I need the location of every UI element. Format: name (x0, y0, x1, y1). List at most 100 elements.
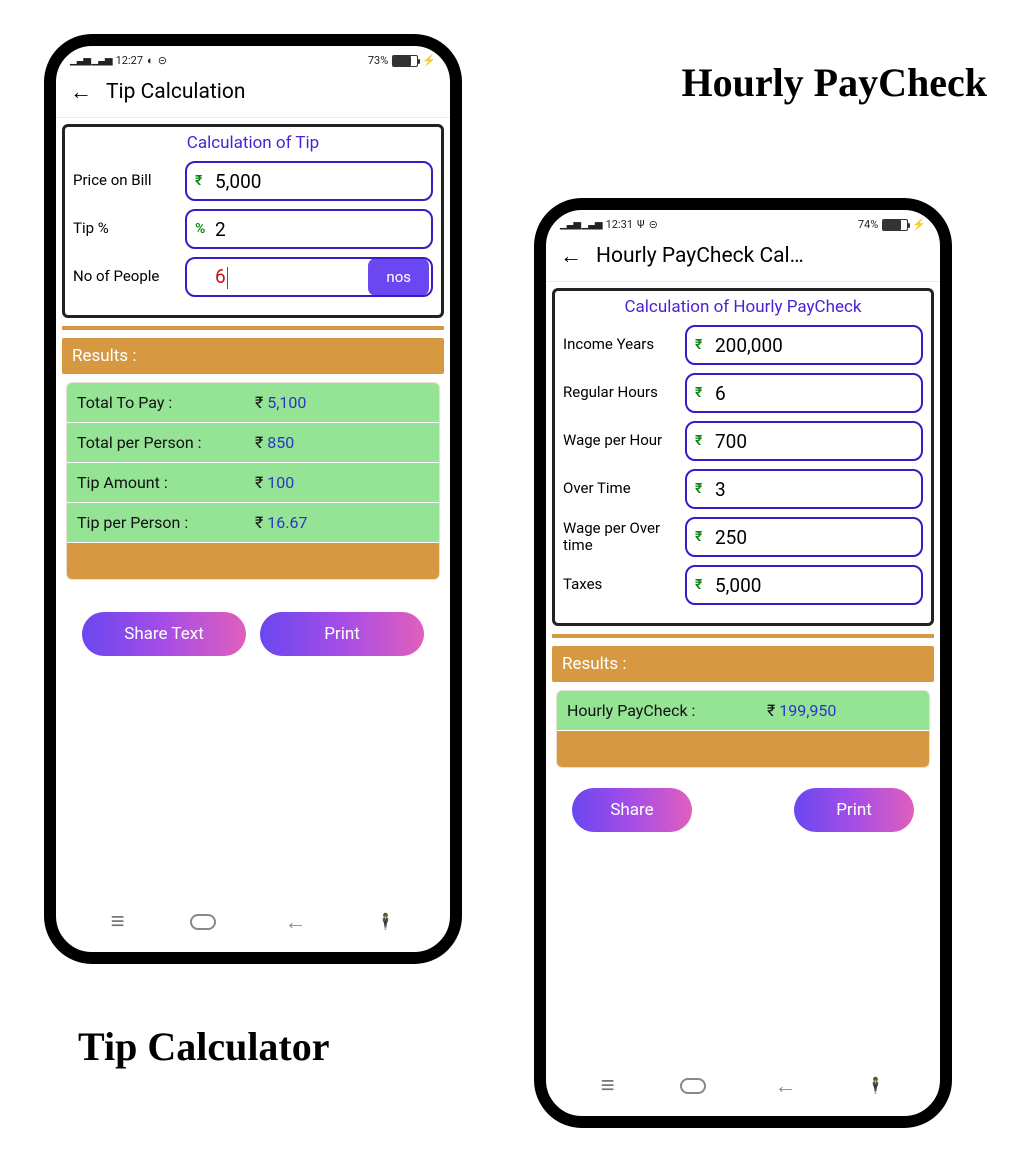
label-otwage: Wage per Over time (563, 520, 679, 555)
nav-accessibility-icon[interactable]: 🕴 (866, 1076, 886, 1095)
result-row: Total To Pay : ₹ 5,100 (67, 383, 439, 422)
result-value: 16.67 (267, 513, 307, 532)
field-otwage: Wage per Over time ₹ 250 (563, 517, 923, 557)
value-tip[interactable]: 2 (211, 218, 427, 241)
nav-accessibility-icon[interactable]: 🕴 (376, 912, 396, 931)
input-overtime[interactable]: ₹ 3 (685, 469, 923, 509)
moon-icon: ◐ (147, 54, 154, 67)
page-title: Tip Calculation (106, 80, 245, 104)
field-hours: Regular Hours ₹ 6 (563, 373, 923, 413)
input-taxes[interactable]: ₹ 5,000 (685, 565, 923, 605)
rupee-icon: ₹ (255, 513, 263, 532)
result-label: Total To Pay : (77, 393, 255, 412)
result-value: 100 (267, 473, 294, 492)
unit-rupee-icon: ₹ (695, 385, 707, 401)
unit-rupee-icon: ₹ (195, 173, 207, 189)
status-time: 12:27 (116, 54, 143, 67)
card-title: Calculation of Hourly PayCheck (563, 297, 923, 317)
input-wage[interactable]: ₹ 700 (685, 421, 923, 461)
card-title: Calculation of Tip (73, 133, 433, 153)
value-overtime[interactable]: 3 (711, 478, 917, 501)
result-value: 199,950 (779, 701, 836, 720)
phone-tip-calculator: ▁▃▅ ▁▃▅ 12:27 ◐ ⊝ 73% ⚡ ← Tip Calculatio… (44, 34, 462, 964)
rupee-icon: ₹ (767, 701, 775, 720)
result-row: Hourly PayCheck : ₹ 199,950 (557, 691, 929, 730)
nav-recent-icon[interactable]: ≡ (601, 1071, 611, 1100)
label-price: Price on Bill (73, 172, 179, 189)
result-value: 5,100 (267, 393, 306, 412)
charging-icon: ⚡ (912, 218, 926, 231)
print-button[interactable]: Print (794, 788, 914, 832)
input-otwage[interactable]: ₹ 250 (685, 517, 923, 557)
divider-bar (62, 326, 444, 330)
bottom-buttons: Share Text Print (62, 580, 444, 656)
label-income: Income Years (563, 336, 679, 353)
result-label: Tip Amount : (77, 473, 255, 492)
unit-rupee-icon: ₹ (695, 577, 707, 593)
headline-hourly: Hourly PayCheck (681, 62, 987, 104)
status-bar: ▁▃▅ ▁▃▅ 12:31 Ψ ⊝ 74% ⚡ (546, 210, 940, 235)
phone-hourly-paycheck: ▁▃▅ ▁▃▅ 12:31 Ψ ⊝ 74% ⚡ ← Hourly PayChec… (534, 198, 952, 1128)
nav-recent-icon[interactable]: ≡ (111, 907, 121, 936)
input-income[interactable]: ₹ 200,000 (685, 325, 923, 365)
signal-icon: ▁▃▅ ▁▃▅ (70, 55, 112, 66)
input-tip[interactable]: % 2 (185, 209, 433, 249)
result-label: Hourly PayCheck : (567, 701, 767, 720)
dnd-icon: ⊝ (649, 218, 658, 231)
value-wage[interactable]: 700 (711, 430, 917, 453)
charging-icon: ⚡ (422, 54, 436, 67)
unit-percent-icon: % (195, 221, 207, 237)
value-taxes[interactable]: 5,000 (711, 574, 917, 597)
field-wage: Wage per Hour ₹ 700 (563, 421, 923, 461)
result-value: 850 (267, 433, 294, 452)
share-button[interactable]: Share (572, 788, 692, 832)
results-header: Results : (62, 338, 444, 374)
text-cursor-icon (227, 267, 228, 289)
usb-icon: Ψ (637, 218, 645, 231)
result-row: Tip Amount : ₹ 100 (67, 463, 439, 502)
print-button[interactable]: Print (260, 612, 424, 656)
result-row: Total per Person : ₹ 850 (67, 423, 439, 462)
rupee-icon: ₹ (255, 473, 263, 492)
field-income: Income Years ₹ 200,000 (563, 325, 923, 365)
unit-rupee-icon: ₹ (695, 481, 707, 497)
field-tip: Tip % % 2 (73, 209, 433, 249)
results-block: Hourly PayCheck : ₹ 199,950 (556, 690, 930, 768)
android-navbar: ≡ ← 🕴 (546, 1063, 940, 1110)
results-header: Results : (552, 646, 934, 682)
back-button[interactable]: ← (70, 79, 92, 105)
value-hours[interactable]: 6 (711, 382, 917, 405)
calculation-card: Calculation of Hourly PayCheck Income Ye… (552, 288, 934, 626)
orange-strip (557, 731, 929, 767)
result-label: Total per Person : (77, 433, 255, 452)
nav-home-icon[interactable] (680, 1078, 706, 1094)
value-people[interactable]: 6 (211, 265, 360, 289)
android-navbar: ≡ ← 🕴 (56, 899, 450, 946)
nav-back-icon[interactable]: ← (775, 1073, 797, 1099)
rupee-icon: ₹ (255, 393, 263, 412)
results-block: Total To Pay : ₹ 5,100 Total per Person … (66, 382, 440, 580)
orange-strip (67, 543, 439, 579)
rupee-icon: ₹ (255, 433, 263, 452)
nav-back-icon[interactable]: ← (285, 909, 307, 935)
signal-icon: ▁▃▅ ▁▃▅ (560, 219, 602, 230)
field-overtime: Over Time ₹ 3 (563, 469, 923, 509)
label-overtime: Over Time (563, 480, 679, 497)
share-button[interactable]: Share Text (82, 612, 246, 656)
nav-home-icon[interactable] (190, 914, 216, 930)
label-wage: Wage per Hour (563, 432, 679, 449)
input-hours[interactable]: ₹ 6 (685, 373, 923, 413)
back-button[interactable]: ← (560, 243, 582, 269)
input-people[interactable]: 6 nos (185, 257, 433, 297)
label-hours: Regular Hours (563, 384, 679, 401)
headline-tip: Tip Calculator (78, 1026, 330, 1068)
input-price[interactable]: ₹ 5,000 (185, 161, 433, 201)
value-otwage[interactable]: 250 (711, 526, 917, 549)
status-bar: ▁▃▅ ▁▃▅ 12:27 ◐ ⊝ 73% ⚡ (56, 46, 450, 71)
nos-button[interactable]: nos (368, 258, 429, 296)
unit-rupee-icon: ₹ (695, 529, 707, 545)
battery-pct: 74% (858, 218, 878, 231)
value-income[interactable]: 200,000 (711, 334, 917, 357)
value-price[interactable]: 5,000 (211, 170, 427, 193)
label-taxes: Taxes (563, 576, 679, 593)
